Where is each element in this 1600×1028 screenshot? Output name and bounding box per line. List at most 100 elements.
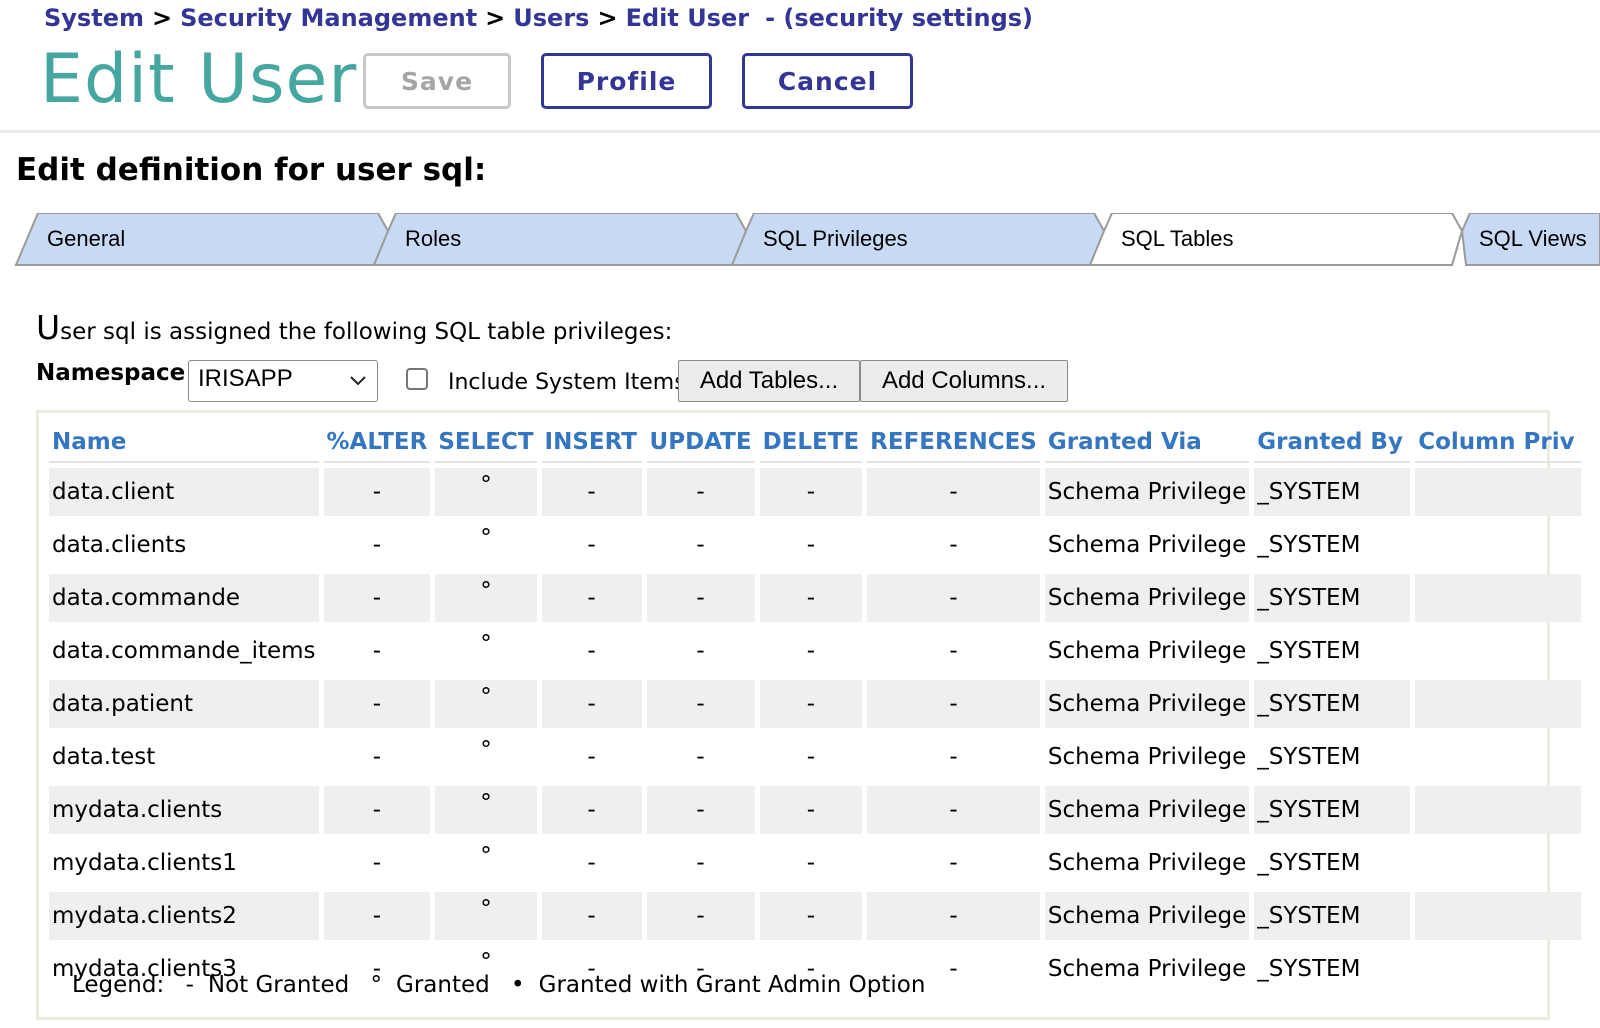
tab-bar: General Roles SQL Privileges SQL Tables … — [0, 213, 1600, 267]
cell-alter: - — [323, 680, 431, 728]
breadcrumb-edit-user[interactable]: Edit User — [626, 4, 750, 32]
cell-alter: - — [323, 468, 431, 516]
cell-update: - — [696, 532, 705, 558]
cell-name[interactable]: mydata.clients — [49, 786, 319, 834]
cell-alter: - — [323, 786, 431, 834]
add-tables-button[interactable]: Add Tables... — [678, 360, 860, 402]
add-columns-button[interactable]: Add Columns... — [860, 360, 1068, 402]
breadcrumb-security-management[interactable]: Security Management — [180, 4, 477, 32]
cell-select: ° — [480, 631, 492, 657]
cell-granted-via: Schema Privilege — [1044, 574, 1250, 622]
namespace-select[interactable]: IRISAPP — [188, 360, 378, 402]
header-divider — [0, 130, 1600, 133]
cell-update: - — [646, 892, 755, 940]
table-row[interactable]: data.client - ° - - - - Schema Privilege… — [49, 468, 1582, 516]
cell-insert: - — [587, 532, 596, 558]
cell-granted-via: Schema Privilege — [1047, 638, 1247, 664]
intro-text: ser sql is assigned the following SQL ta… — [60, 319, 673, 345]
cell-select: ° — [435, 892, 537, 940]
col-header-column-priv[interactable]: Column Priv — [1415, 423, 1582, 463]
cell-delete: - — [806, 744, 816, 770]
cell-column-priv — [1415, 574, 1582, 622]
cell-select: ° — [435, 786, 537, 834]
table-row[interactable]: data.test - ° - - - - Schema Privilege _… — [49, 733, 1581, 781]
cell-granted-by: _SYSTEM — [1257, 744, 1361, 770]
table-row[interactable]: mydata.clients1 - ° - - - - Schema Privi… — [49, 839, 1581, 887]
cell-select: ° — [435, 574, 537, 622]
col-header-delete[interactable]: DELETE — [759, 423, 863, 463]
cell-name[interactable]: data.commande — [49, 574, 319, 622]
tab-sql-views[interactable]: SQL Views — [1479, 226, 1587, 252]
legend-symbol-granted-admin: • — [511, 972, 525, 998]
cell-delete: - — [806, 638, 816, 664]
cancel-button[interactable]: Cancel — [742, 53, 913, 109]
cell-insert: - — [587, 638, 596, 664]
table-row[interactable]: mydata.clients - ° - - - - Schema Privil… — [49, 786, 1582, 834]
col-header-granted-by[interactable]: Granted By — [1254, 423, 1411, 463]
cell-column-priv — [1415, 892, 1582, 940]
col-header-name[interactable]: Name — [49, 423, 319, 463]
cell-insert: - — [541, 786, 642, 834]
include-system-checkbox[interactable] — [406, 368, 428, 390]
legend: Legend: - Not Granted ° Granted • Granted w… — [72, 972, 939, 998]
cell-granted-via: Schema Privilege — [1047, 956, 1247, 982]
tab-sql-privileges[interactable]: SQL Privileges — [763, 226, 908, 252]
col-header-insert[interactable]: INSERT — [541, 423, 642, 463]
cell-references: - — [867, 680, 1040, 728]
tab-roles[interactable]: Roles — [405, 226, 461, 252]
cell-granted-via: Schema Privilege — [1047, 850, 1247, 876]
table-row[interactable]: mydata.clients2 - ° - - - - Schema Privi… — [49, 892, 1582, 940]
col-header-update[interactable]: UPDATE — [646, 423, 755, 463]
cell-references: - — [867, 468, 1040, 516]
breadcrumb: System > Security Management > Users > Edit Us… — [44, 4, 1033, 32]
cell-name[interactable]: data.clients — [49, 521, 319, 569]
cell-select: ° — [435, 468, 537, 516]
cell-update: - — [696, 850, 705, 876]
breadcrumb-users[interactable]: Users — [513, 4, 589, 32]
cell-column-priv — [1415, 521, 1581, 569]
cell-references: - — [867, 786, 1040, 834]
legend-text-not-granted: Not Granted — [207, 972, 350, 998]
table-row[interactable]: data.clients - ° - - - - Schema Privileg… — [49, 521, 1581, 569]
cell-granted-by: _SYSTEM — [1254, 468, 1411, 516]
cell-column-priv — [1415, 468, 1582, 516]
cell-name[interactable]: mydata.clients2 — [49, 892, 319, 940]
tab-general[interactable]: General — [47, 226, 125, 252]
col-header-select[interactable]: SELECT — [435, 423, 537, 463]
cell-granted-by: _SYSTEM — [1254, 786, 1411, 834]
cell-delete: - — [759, 468, 863, 516]
cell-insert: - — [587, 850, 596, 876]
table-row[interactable]: data.commande - ° - - - - Schema Privile… — [49, 574, 1582, 622]
save-button[interactable]: Save — [363, 53, 511, 109]
cell-granted-via: Schema Privilege — [1047, 744, 1247, 770]
table-row[interactable]: data.commande_items - ° - - - - Schema P… — [49, 627, 1581, 675]
namespace-label: Namespace — [36, 360, 186, 386]
cell-name[interactable]: data.client — [49, 468, 319, 516]
section-title: Edit definition for user sql: — [16, 152, 487, 188]
cell-update: - — [646, 680, 755, 728]
cell-delete: - — [759, 786, 863, 834]
intro-first-letter: U — [36, 308, 61, 347]
profile-button[interactable]: Profile — [541, 53, 712, 109]
cell-column-priv — [1415, 733, 1581, 781]
breadcrumb-system[interactable]: System — [44, 4, 144, 32]
col-header-granted-via[interactable]: Granted Via — [1044, 423, 1250, 463]
cell-name[interactable]: data.patient — [49, 680, 319, 728]
cell-alter: - — [372, 638, 382, 664]
col-header-references[interactable]: REFERENCES — [867, 423, 1040, 463]
cell-name[interactable]: data.test — [49, 733, 319, 781]
cell-delete: - — [806, 850, 816, 876]
col-header-alter[interactable]: %ALTER — [323, 423, 431, 463]
cell-update: - — [696, 744, 705, 770]
table-row[interactable]: data.patient - ° - - - - Schema Privileg… — [49, 680, 1582, 728]
cell-name[interactable]: data.commande_items — [49, 627, 319, 675]
cell-column-priv — [1415, 786, 1582, 834]
tab-sql-tables[interactable]: SQL Tables — [1121, 226, 1234, 252]
cell-column-priv — [1415, 627, 1581, 675]
cell-name[interactable]: mydata.clients1 — [49, 839, 319, 887]
legend-text-granted-admin: Granted with Grant Admin Option — [538, 972, 926, 998]
breadcrumb-separator: > — [485, 4, 506, 32]
cell-update: - — [646, 786, 755, 834]
namespace-value: IRISAPP — [198, 365, 293, 392]
cell-references: - — [949, 638, 958, 664]
